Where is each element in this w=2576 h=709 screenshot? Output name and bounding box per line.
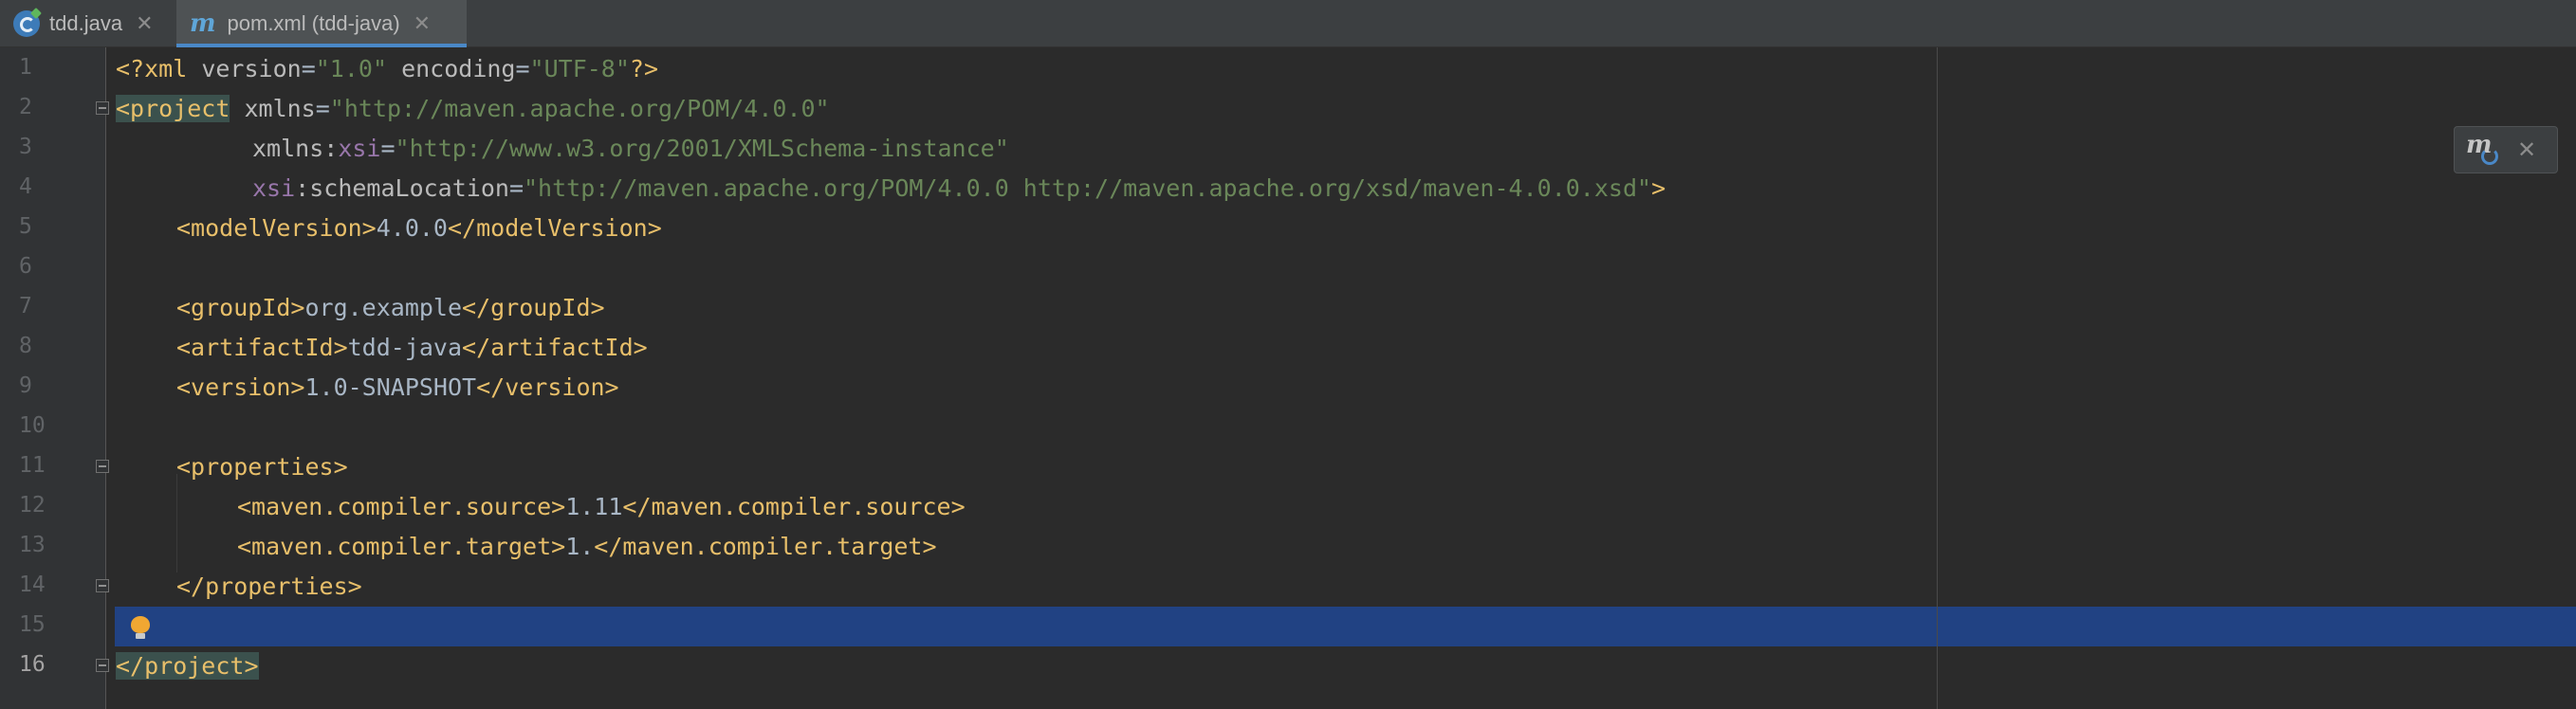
code-line-2: <project xmlns="http://maven.apache.org/… xyxy=(116,95,830,122)
maven-icon: m xyxy=(190,9,216,38)
line-number: 13 xyxy=(19,533,46,557)
line-number: 9 xyxy=(19,373,32,398)
line-number: 2 xyxy=(19,95,32,119)
line-number: 14 xyxy=(19,573,46,597)
java-class-icon xyxy=(13,8,42,37)
line-number: 1 xyxy=(19,55,32,80)
matched-tag-highlight: <project xyxy=(116,95,230,122)
code-line-11: <properties> xyxy=(176,453,348,481)
code-line-3: xmlns:xsi="http://www.w3.org/2001/XMLSch… xyxy=(252,135,1009,162)
caret-row-highlight xyxy=(115,607,2576,646)
line-number: 10 xyxy=(19,413,46,438)
editor-tab-bar: tdd.java ✕ m pom.xml (tdd-java) ✕ xyxy=(0,0,2576,47)
line-number: 3 xyxy=(19,135,32,159)
code-line-1: <?xml version="1.0" encoding="UTF-8"?> xyxy=(116,55,659,82)
code-line-5: <modelVersion>4.0.0</modelVersion> xyxy=(176,214,662,242)
tab-pom-xml[interactable]: m pom.xml (tdd-java) ✕ xyxy=(176,0,467,47)
lightbulb-icon[interactable] xyxy=(131,616,152,641)
line-number: 15 xyxy=(19,612,46,637)
maven-reload-icon[interactable]: m xyxy=(2466,131,2500,165)
code-line-13: <maven.compiler.target>1.</maven.compile… xyxy=(237,533,937,560)
tab-label: tdd.java xyxy=(49,11,123,35)
tab-label: pom.xml (tdd-java) xyxy=(227,11,400,35)
maven-reload-popup: m ✕ xyxy=(2454,126,2558,173)
code-line-14: </properties> xyxy=(176,573,362,600)
tab-tdd-java[interactable]: tdd.java ✕ xyxy=(0,0,176,47)
line-number: 11 xyxy=(19,453,46,478)
line-number: 4 xyxy=(19,174,32,199)
line-number: 5 xyxy=(19,214,32,239)
right-margin-guide xyxy=(1937,47,1938,709)
line-number: 8 xyxy=(19,334,32,358)
line-number: 6 xyxy=(19,254,32,279)
line-number: 7 xyxy=(19,294,32,318)
matched-tag-highlight: </project> xyxy=(116,652,259,680)
code-line-16: </project> xyxy=(116,652,259,681)
current-line-number: 16 xyxy=(19,652,46,677)
indent-guide xyxy=(176,474,177,573)
code-line-12: <maven.compiler.source>1.11</maven.compi… xyxy=(237,493,966,520)
close-icon[interactable]: ✕ xyxy=(2517,136,2536,164)
code-line-9: <version>1.0-SNAPSHOT</version> xyxy=(176,373,619,401)
ide-window: tdd.java ✕ m pom.xml (tdd-java) ✕ 1 2 3 … xyxy=(0,0,2576,709)
close-tab-icon[interactable]: ✕ xyxy=(136,11,153,36)
close-tab-icon[interactable]: ✕ xyxy=(414,11,431,36)
line-number: 12 xyxy=(19,493,46,518)
code-line-7: <groupId>org.example</groupId> xyxy=(176,294,605,321)
code-line-8: <artifactId>tdd-java</artifactId> xyxy=(176,334,648,361)
code-line-4: xsi:schemaLocation="http://maven.apache.… xyxy=(252,174,1666,202)
